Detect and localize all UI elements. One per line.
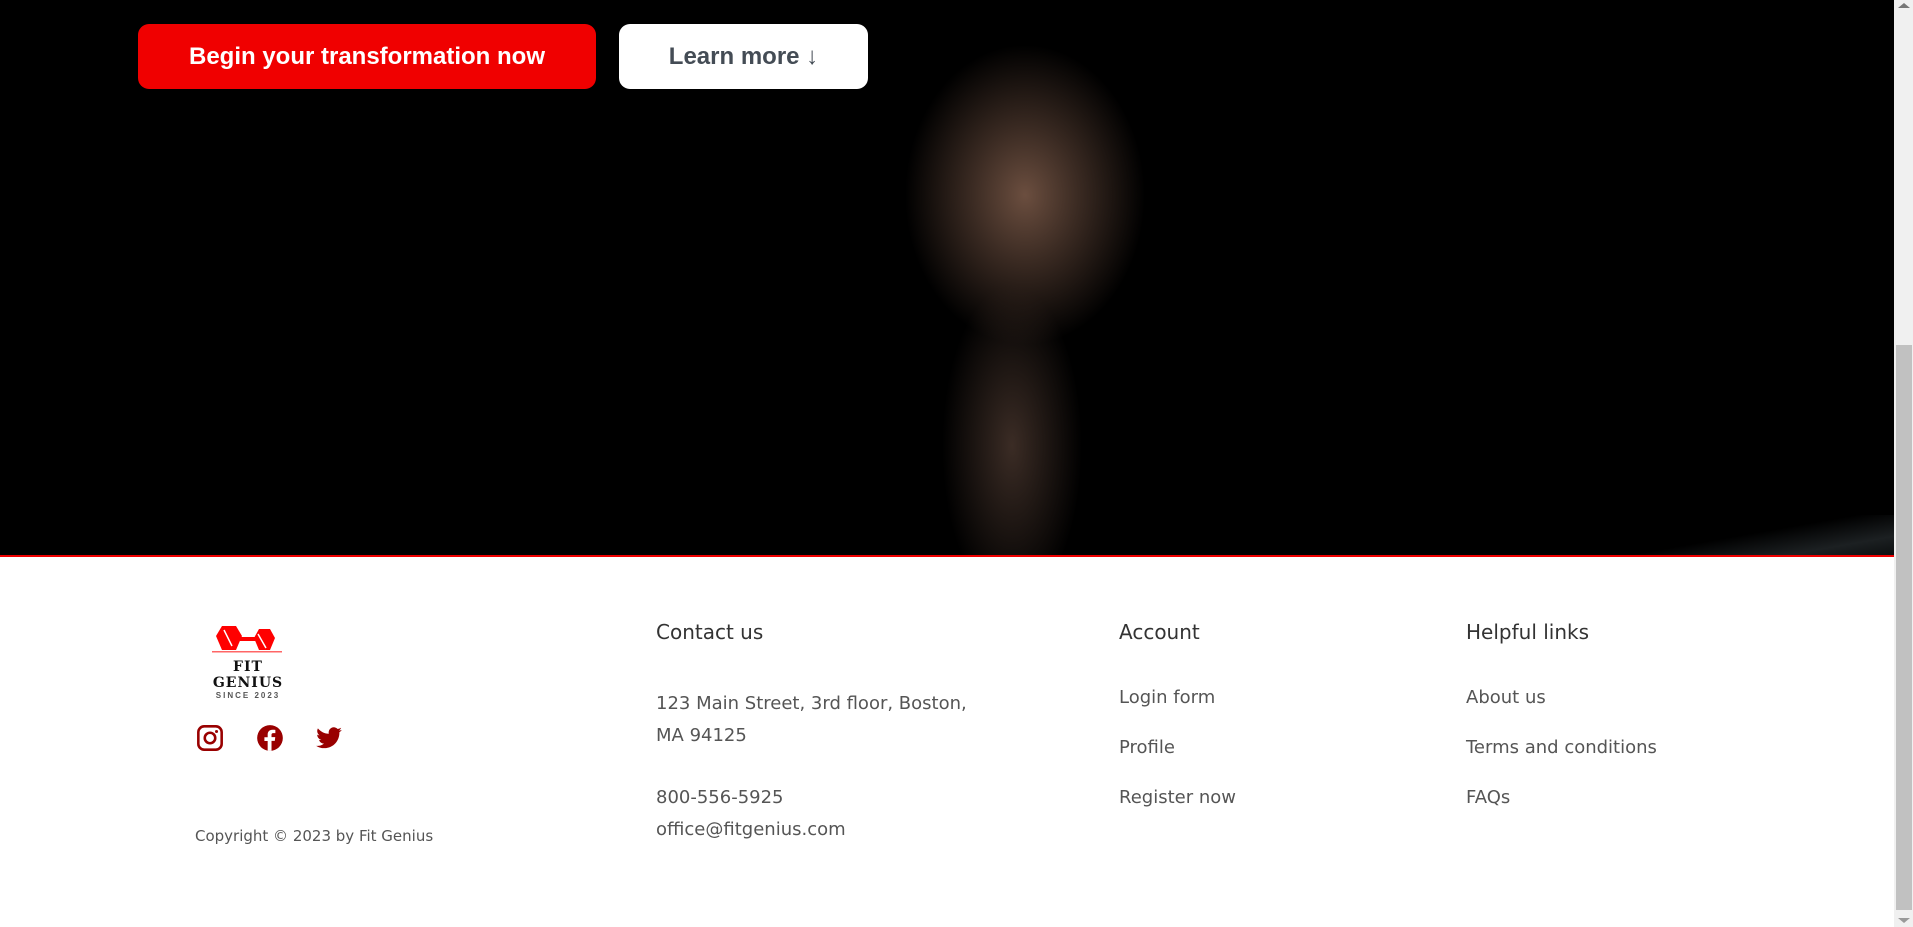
helpful-links-heading: Helpful links — [1466, 620, 1590, 644]
account-heading: Account — [1119, 620, 1200, 644]
twitter-icon[interactable] — [315, 724, 343, 752]
phone-number[interactable]: 800-556-5925 — [656, 782, 967, 814]
profile-link[interactable]: Profile — [1119, 732, 1236, 782]
dumbbell-icon — [212, 626, 282, 653]
helpful-links-column: Helpful links About us Terms and conditi… — [1466, 620, 1657, 832]
copyright-text: Copyright © 2023 by Fit Genius — [195, 827, 434, 845]
scroll-up-arrow-icon[interactable] — [1898, 3, 1910, 8]
brand-tagline: SINCE 2023 — [215, 691, 281, 700]
contact-column: Contact us 123 Main Street, 3rd floor, B… — [656, 620, 967, 846]
address-line-1: 123 Main Street, 3rd floor, Boston, — [656, 693, 967, 714]
brand-name: FIT GENIUS — [212, 659, 284, 691]
hero-athlete-image — [810, 0, 1240, 555]
scrollbar-thumb[interactable] — [1896, 345, 1912, 910]
instagram-icon[interactable] — [196, 724, 224, 752]
facebook-icon[interactable] — [256, 724, 284, 752]
address-line-2: MA 94125 — [656, 725, 747, 746]
register-now-link[interactable]: Register now — [1119, 782, 1236, 832]
email-address[interactable]: office@fitgenius.com — [656, 814, 967, 846]
login-form-link[interactable]: Login form — [1119, 682, 1236, 732]
vertical-scrollbar[interactable] — [1894, 0, 1913, 927]
hero-section: Begin your transformation now Learn more… — [0, 0, 1894, 557]
scroll-down-arrow-icon[interactable] — [1898, 918, 1910, 923]
learn-more-button[interactable]: Learn more ↓ — [619, 24, 868, 89]
fit-genius-logo[interactable]: FIT GENIUS SINCE 2023 — [195, 622, 301, 700]
contact-heading: Contact us — [656, 620, 764, 644]
about-us-link[interactable]: About us — [1466, 682, 1657, 732]
terms-link[interactable]: Terms and conditions — [1466, 732, 1657, 782]
hero-floor-shadow — [1594, 515, 1894, 555]
account-column: Account Login form Profile Register now — [1119, 620, 1236, 832]
begin-transformation-button[interactable]: Begin your transformation now — [138, 24, 596, 89]
faqs-link[interactable]: FAQs — [1466, 782, 1657, 832]
